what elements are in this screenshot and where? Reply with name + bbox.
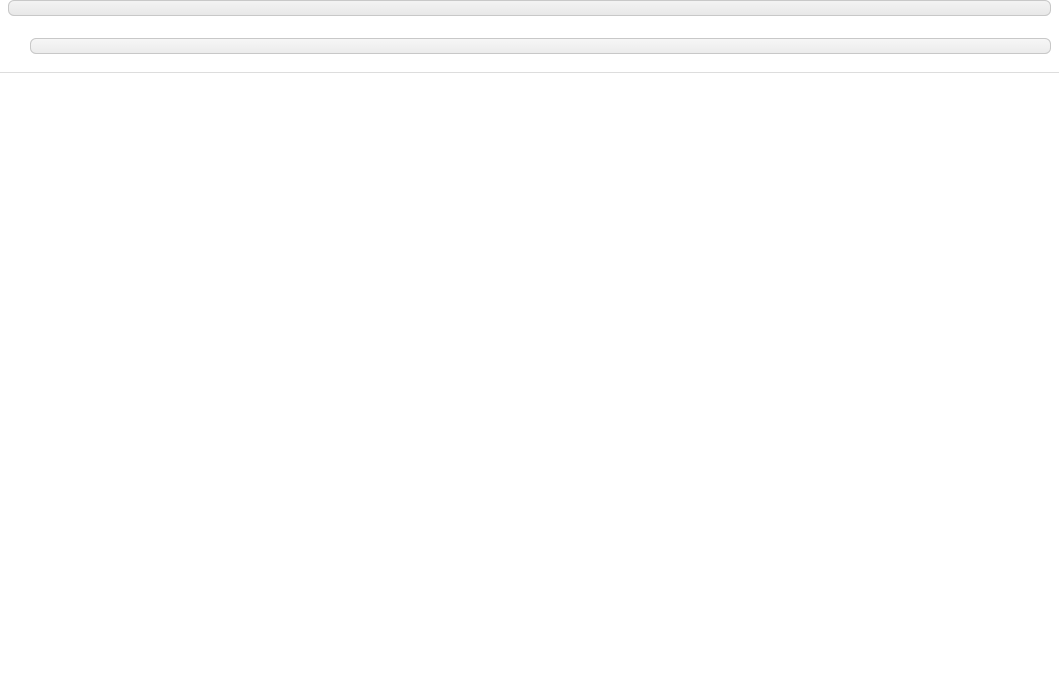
binary-distributions-header bbox=[30, 38, 1051, 54]
version-header bbox=[8, 0, 1051, 16]
watermark bbox=[1049, 654, 1051, 670]
bottom-divider bbox=[0, 72, 1059, 73]
